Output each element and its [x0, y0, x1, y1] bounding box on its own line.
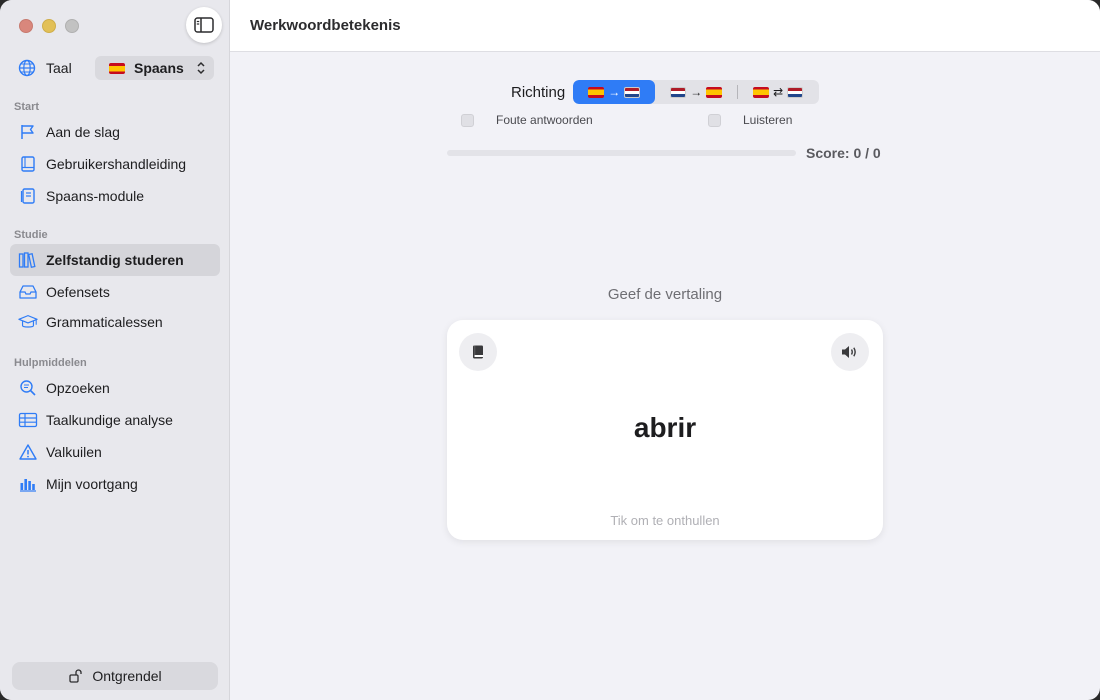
- direction-label: Richting: [511, 83, 566, 101]
- books-icon: [18, 250, 38, 270]
- sidebar-item-label: Taalkundige analyse: [46, 412, 173, 428]
- book-icon: [18, 154, 38, 174]
- section-title-hulpmiddelen: Hulpmiddelen: [14, 357, 87, 369]
- module-icon: [18, 186, 38, 206]
- sidebar-item-oefensets[interactable]: Oefensets: [10, 276, 220, 308]
- bar-chart-icon: [18, 474, 38, 494]
- sidebar-item-label: Gebruikershandleiding: [46, 156, 187, 172]
- sidebar-item-aan-de-slag[interactable]: Aan de slag: [10, 116, 220, 148]
- sidebar-item-valkuilen[interactable]: Valkuilen: [10, 436, 220, 468]
- titlebar: Werkwoordbetekenis: [230, 0, 1100, 52]
- prompt-text: Geef de vertaling: [607, 286, 723, 303]
- arrow-right-icon: →: [690, 85, 703, 99]
- sidebar-item-label: Grammaticalessen: [46, 314, 163, 330]
- reveal-hint: Tik om te onthullen: [610, 513, 720, 528]
- flashcard-word: abrir: [633, 412, 697, 443]
- minimize-window-button[interactable]: [42, 19, 56, 33]
- sidebar-icon: [194, 17, 214, 33]
- spain-flag-icon: [109, 62, 125, 74]
- wrong-answers-label: Foute antwoorden: [496, 113, 593, 127]
- app-window: Taal Spaans Start Aan de slag Gebruikers: [0, 0, 1100, 700]
- sidebar-item-spaans-module[interactable]: Spaans-module: [10, 180, 220, 212]
- graduation-cap-icon: [18, 312, 38, 332]
- direction-option-nl-to-es[interactable]: →: [655, 80, 737, 104]
- listen-checkbox[interactable]: [708, 113, 721, 127]
- chevron-up-down-icon: [197, 61, 205, 75]
- warning-icon: [18, 442, 38, 462]
- sidebar-item-label: Oefensets: [46, 284, 110, 300]
- zoom-window-button[interactable]: [65, 19, 79, 33]
- listen-label: Luisteren: [743, 113, 793, 127]
- arrow-right-icon: →: [608, 85, 621, 99]
- sidebar-item-zelfstandig-studeren[interactable]: Zelfstandig studeren: [10, 244, 220, 276]
- tray-icon: [18, 282, 38, 302]
- option-listen[interactable]: Luisteren: [708, 113, 792, 127]
- sidebar-item-opzoeken[interactable]: Opzoeken: [10, 372, 220, 404]
- sidebar-item-label: Valkuilen: [46, 444, 102, 460]
- sidebar-item-label: Spaans-module: [46, 188, 145, 204]
- table-icon: [18, 410, 38, 430]
- option-wrong-answers[interactable]: Foute antwoorden: [461, 113, 593, 127]
- sidebar-item-gebruikershandleiding[interactable]: Gebruikershandleiding: [10, 148, 220, 180]
- dictionary-button[interactable]: [459, 333, 497, 371]
- sidebar-item-label: Zelfstandig studeren: [46, 252, 184, 268]
- main-content: Werkwoordbetekenis Richting → → ⇄ Foute …: [230, 0, 1100, 700]
- page-title: Werkwoordbetekenis: [250, 17, 401, 34]
- wrong-answers-checkbox[interactable]: [461, 113, 474, 127]
- language-label: Taal: [46, 60, 72, 76]
- speaker-icon: [842, 346, 856, 358]
- sidebar: Taal Spaans Start Aan de slag Gebruikers: [0, 0, 230, 700]
- sidebar-toggle-button[interactable]: [186, 7, 222, 43]
- sidebar-item-mijn-voortgang[interactable]: Mijn voortgang: [10, 468, 220, 500]
- arrow-both-icon: ⇄: [773, 85, 784, 99]
- speaker-button[interactable]: [831, 333, 869, 371]
- sidebar-item-taalkundige-analyse[interactable]: Taalkundige analyse: [10, 404, 220, 436]
- score-text: Score: 0 / 0: [806, 145, 881, 161]
- flag-icon: [18, 122, 38, 142]
- netherlands-flag-icon: [787, 86, 804, 98]
- globe-icon: [18, 59, 36, 77]
- language-select[interactable]: Spaans: [95, 56, 214, 80]
- direction-segmented-control: → → ⇄: [573, 80, 820, 104]
- progress-bar: [447, 150, 796, 156]
- book-icon: [473, 345, 483, 359]
- direction-control: Richting → → ⇄: [511, 80, 820, 104]
- unlock-icon: [69, 669, 83, 683]
- netherlands-flag-icon: [624, 86, 641, 98]
- spain-flag-icon: [588, 86, 605, 98]
- section-title-studie: Studie: [14, 229, 48, 241]
- flashcard[interactable]: abrir Tik om te onthullen: [447, 320, 883, 540]
- spain-flag-icon: [753, 86, 770, 98]
- sidebar-item-grammaticalessen[interactable]: Grammaticalessen: [10, 306, 220, 338]
- language-select-value: Spaans: [134, 60, 184, 76]
- spain-flag-icon: [706, 86, 723, 98]
- unlock-label: Ontgrendel: [92, 668, 162, 684]
- window-controls: [19, 19, 79, 33]
- sidebar-item-label: Mijn voortgang: [46, 476, 138, 492]
- netherlands-flag-icon: [670, 86, 687, 98]
- sidebar-item-label: Aan de slag: [46, 124, 120, 140]
- section-title-start: Start: [14, 101, 40, 113]
- language-row: Taal Spaans: [18, 56, 214, 80]
- unlock-button[interactable]: Ontgrendel: [12, 662, 218, 690]
- direction-option-es-to-nl[interactable]: →: [573, 80, 656, 104]
- sidebar-item-label: Opzoeken: [46, 380, 110, 396]
- search-text-icon: [18, 378, 38, 398]
- close-window-button[interactable]: [19, 19, 33, 33]
- direction-option-both[interactable]: ⇄: [737, 80, 819, 104]
